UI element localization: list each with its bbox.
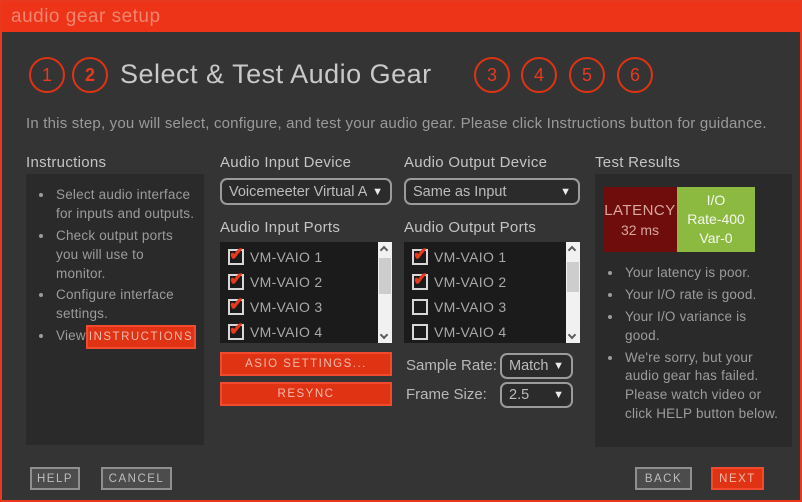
audio-output-device-value: Same as Input [413, 184, 507, 200]
list-item: VM-VAIO 1 [412, 244, 580, 269]
audio-output-device-label: Audio Output Device [404, 154, 547, 171]
test-result-item: Your latency is poor. [623, 264, 784, 283]
step-indicator-4: 4 [521, 57, 557, 93]
page-title: Select & Test Audio Gear [120, 59, 432, 90]
step-indicator-3: 3 [474, 57, 510, 93]
back-button[interactable]: BACK [635, 467, 692, 490]
instruction-item: Select audio interface for inputs and ou… [54, 186, 196, 224]
list-item: VM-VAIO 1 [228, 244, 392, 269]
port-label: VM-VAIO 2 [250, 274, 322, 290]
audio-input-device-select[interactable]: Voicemeeter Virtual A ▼ [220, 178, 392, 205]
port-label: VM-VAIO 1 [434, 249, 506, 265]
chevron-down-icon: ▼ [553, 360, 564, 372]
test-result-item: Your I/O rate is good. [623, 286, 784, 305]
step-number: 6 [630, 65, 640, 86]
checkbox[interactable] [228, 249, 244, 265]
chevron-down-icon: ▼ [553, 389, 564, 401]
test-result-item: We're sorry, but your audio gear has fai… [623, 349, 784, 425]
port-label: VM-VAIO 1 [250, 249, 322, 265]
step-number: 2 [85, 65, 95, 86]
latency-value: 32 ms [621, 222, 659, 238]
help-button[interactable]: HELP [30, 467, 80, 490]
audio-output-ports-label: Audio Output Ports [404, 219, 536, 236]
instruction-item: Check output ports you will use to monit… [54, 227, 196, 284]
port-label: VM-VAIO 3 [434, 299, 506, 315]
list-item: VM-VAIO 3 [412, 294, 580, 319]
instruction-item: Configure interface settings. [54, 286, 196, 324]
port-label: VM-VAIO 2 [434, 274, 506, 290]
checkbox[interactable] [412, 249, 428, 265]
test-results-panel: LATENCY 32 ms I/O Rate-400 Var-0 Your la… [595, 174, 792, 447]
checkbox[interactable] [412, 299, 428, 315]
test-results-list: Your latency is poor. Your I/O rate is g… [595, 252, 792, 427]
io-status-badge: I/O Rate-400 Var-0 [677, 187, 755, 252]
step-indicator-1: 1 [29, 57, 65, 93]
chevron-down-icon: ▼ [560, 186, 571, 198]
list-item: VM-VAIO 4 [412, 319, 580, 344]
list-item: VM-VAIO 3 [228, 294, 392, 319]
audio-input-device-value: Voicemeeter Virtual A [229, 184, 367, 200]
sample-rate-select[interactable]: Match ▼ [500, 353, 573, 379]
step-number: 1 [42, 65, 52, 86]
instructions-label: Instructions [26, 154, 106, 171]
port-label: VM-VAIO 4 [434, 324, 506, 340]
checkbox[interactable] [228, 324, 244, 340]
step-indicator-2: 2 [72, 57, 108, 93]
port-label: VM-VAIO 3 [250, 299, 322, 315]
window-title: audio gear setup [11, 6, 161, 27]
latency-title: LATENCY [604, 202, 676, 219]
step-indicator-6: 6 [617, 57, 653, 93]
checkbox[interactable] [228, 274, 244, 290]
scroll-up-icon[interactable] [380, 246, 388, 254]
scrollbar[interactable] [566, 242, 580, 343]
list-item: VM-VAIO 4 [228, 319, 392, 344]
test-result-item: Your I/O variance is good. [623, 308, 784, 346]
io-rate: Rate-400 [687, 210, 745, 229]
asio-settings-button[interactable]: ASIO SETTINGS... [220, 352, 392, 376]
scroll-down-icon[interactable] [568, 331, 576, 339]
window-titlebar: audio gear setup [2, 2, 800, 32]
audio-input-device-label: Audio Input Device [220, 154, 351, 171]
test-results-label: Test Results [595, 154, 680, 171]
instructions-button[interactable]: INSTRUCTIONS [86, 325, 196, 349]
list-item: VM-VAIO 2 [228, 269, 392, 294]
sample-rate-value: Match [509, 358, 549, 374]
next-button[interactable]: NEXT [711, 467, 764, 490]
instructions-list: Select audio interface for inputs and ou… [26, 174, 204, 346]
scroll-up-icon[interactable] [568, 246, 576, 254]
scroll-down-icon[interactable] [380, 331, 388, 339]
frame-size-value: 2.5 [509, 387, 529, 403]
step-number: 3 [487, 65, 497, 86]
step-number: 5 [582, 65, 592, 86]
scrollbar[interactable] [378, 242, 392, 343]
sample-rate-label: Sample Rate: [406, 357, 497, 374]
scrollbar-thumb[interactable] [567, 262, 579, 292]
audio-gear-setup-window: audio gear setup 1 2 Select & Test Audio… [0, 0, 802, 502]
audio-output-device-select[interactable]: Same as Input ▼ [404, 178, 580, 205]
frame-size-label: Frame Size: [406, 386, 487, 403]
io-title: I/O [707, 191, 726, 210]
resync-button[interactable]: RESYNC [220, 382, 392, 406]
checkbox[interactable] [228, 299, 244, 315]
step-number: 4 [534, 65, 544, 86]
list-item: VM-VAIO 2 [412, 269, 580, 294]
step-indicator-5: 5 [569, 57, 605, 93]
audio-input-ports-list: VM-VAIO 1 VM-VAIO 2 VM-VAIO 3 VM-VAIO 4 [220, 242, 392, 343]
io-variance: Var-0 [699, 229, 732, 248]
instructions-panel: Select audio interface for inputs and ou… [26, 174, 204, 445]
frame-size-select[interactable]: 2.5 ▼ [500, 382, 573, 408]
audio-output-ports-list: VM-VAIO 1 VM-VAIO 2 VM-VAIO 3 VM-VAIO 4 [404, 242, 580, 343]
cancel-button[interactable]: CANCEL [101, 467, 172, 490]
port-label: VM-VAIO 4 [250, 324, 322, 340]
audio-input-ports-label: Audio Input Ports [220, 219, 340, 236]
latency-status-badge: LATENCY 32 ms [603, 187, 677, 252]
checkbox[interactable] [412, 324, 428, 340]
chevron-down-icon: ▼ [372, 186, 383, 198]
step-description: In this step, you will select, configure… [26, 115, 767, 132]
checkbox[interactable] [412, 274, 428, 290]
scrollbar-thumb[interactable] [379, 258, 391, 294]
